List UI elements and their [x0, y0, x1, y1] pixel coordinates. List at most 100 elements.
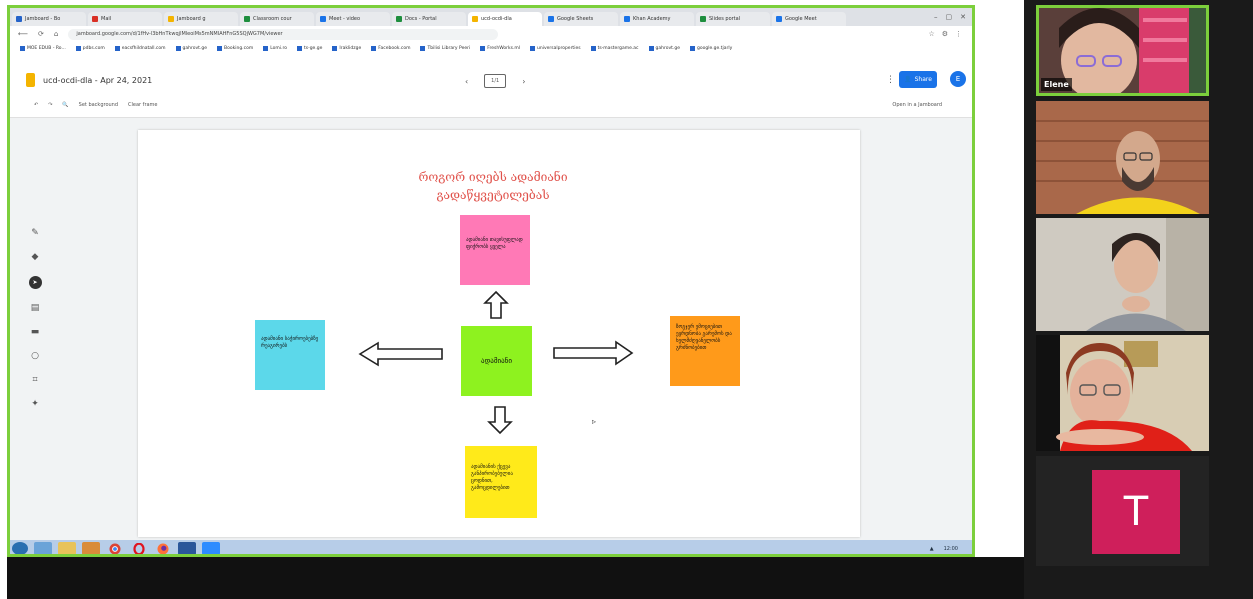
bookmark-item[interactable]: ts-mastergame.ac [590, 46, 639, 51]
laser-tool-icon[interactable]: ✦ [31, 399, 39, 409]
bookmark-item[interactable]: gahrovt.ge [175, 46, 207, 51]
minimize-icon[interactable]: – [934, 13, 938, 21]
bookmark-label: Lomi.ro [270, 46, 287, 51]
opera-icon[interactable] [130, 542, 148, 554]
browser-tab[interactable]: Jamboard g [164, 12, 238, 26]
browser-tab[interactable]: ucd-ocdi-dla [468, 12, 542, 26]
bookmark-label: ts-mastergame.ac [597, 46, 639, 51]
word-icon[interactable] [178, 542, 196, 554]
tray-arrow-icon[interactable]: ▲ [930, 546, 934, 552]
sticky-note-center[interactable]: ადამიანი [461, 326, 532, 396]
sticky-note-top[interactable]: ადამიანი თავისუფლად ფიქრობს ყველა [460, 215, 530, 285]
clear-frame-button[interactable]: Clear frame [128, 102, 158, 108]
participant-tile-2[interactable] [1036, 101, 1209, 214]
mouse-cursor-icon: ▹ [592, 417, 597, 426]
set-background-button[interactable]: Set background [79, 102, 118, 108]
url-field[interactable]: jamboard.google.com/d/1fHv-l3bHnTkwqjlMl… [68, 28, 499, 40]
bookmark-item[interactable]: Tbilisi Library Peeri [420, 46, 470, 51]
eraser-tool-icon[interactable]: ◆ [32, 252, 39, 262]
share-button[interactable]: 👤 Share [899, 71, 937, 88]
menu-icon[interactable]: ⋮ [955, 30, 962, 38]
browser-tab[interactable]: Slides portal [696, 12, 770, 26]
tab-label: Google Meet [785, 16, 817, 22]
zoom-app-icon[interactable] [202, 542, 220, 554]
bookmark-item[interactable]: universalproperties [530, 46, 581, 51]
sticky-note-bottom[interactable]: ადამიანის ქცევა განპირობებულია ცოდნით, გ… [465, 446, 537, 518]
pen-tool-icon[interactable]: ✎ [31, 228, 39, 238]
tab-label: Jamboard - Bo [25, 16, 61, 22]
bookmark-item[interactable]: eacsfhildnatall.com [114, 46, 166, 51]
sticky-note-right[interactable]: ზოგჯერ ემოციებით ეყრდნობა გარემოს და ხელ… [670, 316, 740, 386]
bookmark-item[interactable]: Lomi.ro [263, 46, 287, 51]
redo-icon[interactable]: ↷ [48, 102, 52, 108]
zoom-icon[interactable]: 🔍 [62, 102, 68, 108]
browser-tab[interactable]: Classroom cour [240, 12, 314, 26]
star-icon[interactable]: ☆ [928, 30, 934, 38]
browser-tab[interactable]: Mail [88, 12, 162, 26]
arrow-down-icon[interactable] [487, 405, 513, 435]
meeting-window: Jamboard - Bo Mail Jamboard g Classroom cou… [0, 0, 1253, 599]
participant-tile-4[interactable] [1036, 335, 1209, 451]
more-options-icon[interactable]: ⋮ [886, 75, 895, 85]
browser-tab[interactable]: Docs - Portal [392, 12, 466, 26]
bookmark-item[interactable]: gahrovt.ge [648, 46, 680, 51]
ie-icon[interactable] [34, 542, 52, 554]
arrow-right-icon[interactable] [552, 340, 634, 366]
participant-tile-1[interactable]: Elene [1036, 5, 1209, 96]
back-arrow-icon[interactable]: ⟵ [18, 30, 28, 38]
next-frame-icon[interactable]: › [522, 77, 525, 86]
prev-frame-icon[interactable]: ‹ [465, 77, 468, 86]
circle-tool-icon[interactable]: ○ [31, 351, 39, 361]
close-icon[interactable]: ✕ [960, 13, 966, 21]
bookmark-item[interactable]: FreshWorks.ml [480, 46, 520, 51]
arrow-left-icon[interactable] [358, 341, 444, 367]
tab-label: Jamboard g [177, 16, 206, 22]
folder-icon[interactable] [58, 542, 76, 554]
bookmark-item[interactable]: pdbs.com [75, 46, 105, 51]
bookmark-label: FreshWorks.ml [487, 46, 520, 51]
account-avatar[interactable]: E [950, 71, 966, 87]
jamboard-title[interactable]: ucd-ocdi-dla - Apr 24, 2021 [43, 76, 152, 85]
undo-icon[interactable]: ↶ [34, 102, 38, 108]
select-tool-icon[interactable]: ➤ [28, 276, 42, 289]
home-icon[interactable]: ⌂ [54, 30, 58, 38]
jamboard-toolbar: ↶ ↷ 🔍 Set background Clear frame Open in… [10, 95, 972, 118]
bookmark-label: pdbs.com [82, 46, 105, 51]
bookmark-label: eacsfhildnatall.com [121, 46, 166, 51]
browser-tab[interactable]: Meet - video [316, 12, 390, 26]
bookmark-label: Iraklidzge [339, 46, 362, 51]
participant-tile-5[interactable]: T [1036, 456, 1209, 566]
bookmark-item[interactable]: Facebook.com [371, 46, 410, 51]
text-box-tool-icon[interactable]: ⌗ [32, 375, 37, 385]
firefox-icon[interactable] [154, 542, 172, 554]
image-tool-icon[interactable]: ▬ [31, 327, 40, 337]
open-in-app-button[interactable]: Open in a Jamboard [892, 102, 942, 108]
sticky-note-left[interactable]: ადამიანი საჭიროებებზე რეაგირებს [255, 320, 325, 390]
bookmark-icon [20, 46, 25, 51]
frame-counter[interactable]: 1/1 [484, 74, 507, 88]
address-bar: ⟵ ⟳ ⌂ jamboard.google.com/d/1fHv-l3bHnTk… [10, 26, 972, 42]
sticky-note-tool-icon[interactable]: ▤ [31, 303, 40, 313]
bookmark-item[interactable]: Booking.com [217, 46, 253, 51]
tab-label: Mail [101, 16, 112, 22]
clock[interactable]: 12:00 [944, 546, 958, 552]
start-button-icon[interactable] [12, 542, 28, 554]
reload-icon[interactable]: ⟳ [38, 30, 44, 38]
chrome-icon[interactable] [106, 542, 124, 554]
bookmark-item[interactable]: MOE EDUB - Ro... [20, 46, 66, 51]
window-controls: – ▢ ✕ [934, 13, 972, 21]
bookmark-item[interactable]: Iraklidzge [332, 46, 361, 51]
arrow-up-icon[interactable] [483, 290, 509, 320]
bookmark-item[interactable]: ts-ge.ge [296, 46, 322, 51]
bookmark-icon [371, 46, 377, 51]
browser-tab[interactable]: Khan Academy [620, 12, 694, 26]
extensions-icon[interactable]: ⚙ [942, 30, 948, 38]
bookmark-item[interactable]: google.ge.tjarly [689, 46, 732, 51]
media-icon[interactable] [82, 542, 100, 554]
browser-tab[interactable]: Google Meet [772, 12, 846, 26]
jam-board[interactable]: როგორ იღებს ადამიანი გადაწყვეტილებას ადა… [138, 130, 860, 537]
browser-tab[interactable]: Jamboard - Bo [12, 12, 86, 26]
participant-tile-3[interactable] [1036, 218, 1209, 331]
browser-tab[interactable]: Google Sheets [544, 12, 618, 26]
maximize-icon[interactable]: ▢ [946, 13, 953, 21]
